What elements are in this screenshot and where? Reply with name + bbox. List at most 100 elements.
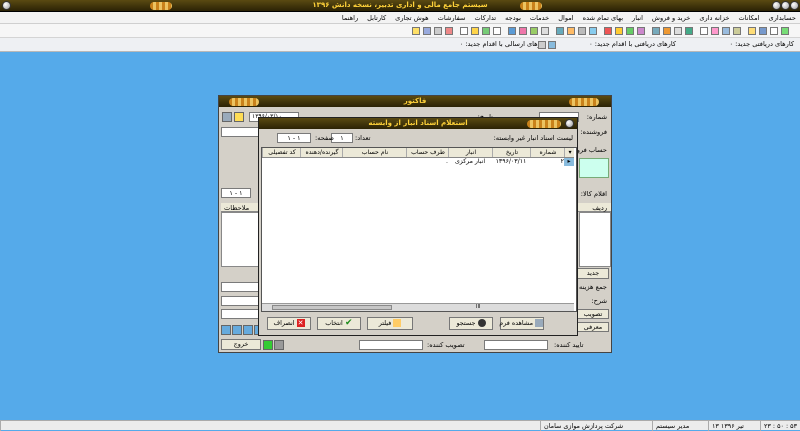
goods-grid-left[interactable]	[221, 212, 259, 267]
menu-services[interactable]: خدمات	[530, 14, 549, 22]
settings-icon[interactable]	[674, 27, 682, 35]
mail-icon[interactable]	[445, 27, 453, 35]
calendar-icon[interactable]	[652, 27, 660, 35]
page-icon[interactable]	[700, 27, 708, 35]
new-button[interactable]: جدید	[577, 268, 609, 279]
account-highlight[interactable]	[579, 158, 609, 178]
close-tab-icon[interactable]	[548, 41, 556, 49]
gift-icon[interactable]	[711, 27, 719, 35]
filter-button[interactable]: فیلتر	[367, 317, 413, 330]
refresh-icon[interactable]	[538, 41, 546, 49]
approver-label: تصویب کننده:	[427, 341, 465, 349]
menu-purchase-sales[interactable]: خرید و فروش	[652, 14, 690, 22]
list-label: لیست اسناد انبار غیر وابسته:	[493, 134, 573, 142]
menu-budget[interactable]: بودجه	[505, 14, 521, 22]
menu-bi[interactable]: هوش تجاری	[395, 14, 428, 22]
printer-icon[interactable]	[423, 27, 431, 35]
col-store[interactable]: انبار	[448, 148, 493, 157]
menu-accounting[interactable]: حسابداری	[769, 14, 796, 22]
archive-icon[interactable]	[733, 27, 741, 35]
home-icon[interactable]	[781, 27, 789, 35]
col-date[interactable]: تاریخ	[492, 148, 531, 157]
confirmer-field[interactable]	[484, 340, 548, 350]
approver-field[interactable]	[359, 340, 423, 350]
box-icon[interactable]	[567, 27, 575, 35]
menu-assets[interactable]: اموال	[558, 14, 573, 22]
menu-help[interactable]: راهنما	[342, 14, 358, 22]
form-icon	[535, 319, 543, 327]
scrollbar-thumb[interactable]	[272, 305, 392, 310]
menu-cartable[interactable]: کارتابل	[367, 14, 386, 22]
cost-field-1[interactable]	[221, 282, 259, 292]
col-number[interactable]: شماره	[530, 148, 565, 157]
cancel-button[interactable]: ✕انصراف	[267, 317, 311, 330]
star-icon[interactable]	[615, 27, 623, 35]
dialog-title: استعلام اسناد انبار از وابسته	[368, 119, 468, 127]
horizontal-scrollbar[interactable]: III	[262, 303, 574, 311]
seller-code-field[interactable]	[221, 127, 259, 137]
stop-icon[interactable]	[604, 27, 612, 35]
menu-treasury[interactable]: خزانه داری	[699, 14, 729, 22]
menu-facilities[interactable]: امکانات	[738, 14, 759, 22]
prev-record-icon[interactable]	[232, 325, 242, 335]
money-icon[interactable]	[663, 27, 671, 35]
print-icon[interactable]	[222, 112, 232, 122]
report-icon[interactable]	[541, 27, 549, 35]
row-selector-icon[interactable]: ▸	[564, 158, 574, 166]
cell-receiver	[300, 158, 342, 166]
minimize-icon[interactable]	[772, 1, 781, 10]
menu-cost[interactable]: بهای تمام شده	[583, 14, 623, 22]
tab-received-new[interactable]: کارهای دریافتی جدید: ۰	[730, 40, 794, 48]
view-form-label: مشاهده فرم	[499, 319, 533, 327]
help-icon[interactable]	[770, 27, 778, 35]
view-form-button[interactable]: مشاهده فرم	[499, 317, 544, 330]
col-party[interactable]: طرف حساب	[406, 148, 449, 157]
list-icon[interactable]	[530, 27, 538, 35]
document-icon[interactable]	[460, 27, 468, 35]
note-icon[interactable]	[493, 27, 501, 35]
documents-grid[interactable]: ▾ شماره تاریخ انبار طرف حساب نام حساب گی…	[261, 147, 577, 312]
approve-button[interactable]: تصویب	[577, 309, 609, 319]
key-icon[interactable]	[412, 27, 420, 35]
table-icon[interactable]	[556, 27, 564, 35]
tab-sent-action[interactable]: کارهای ارسالی با اقدام جدید: ۰	[460, 40, 546, 48]
print-icon[interactable]	[274, 340, 284, 350]
goods-grid-right[interactable]	[579, 212, 611, 267]
lock-icon[interactable]	[748, 27, 756, 35]
cost-field-2[interactable]	[221, 309, 259, 319]
cell-account	[342, 158, 406, 166]
col-receiver[interactable]: گیرنده/دهنده	[300, 148, 343, 157]
export-icon[interactable]	[759, 27, 767, 35]
first-record-icon[interactable]	[221, 325, 231, 335]
monitor-icon[interactable]	[722, 27, 730, 35]
maximize-icon[interactable]	[781, 1, 790, 10]
menu-procurement[interactable]: تدارکات	[474, 14, 496, 22]
col-detail[interactable]: کد تفصیلی	[262, 148, 301, 157]
select-button[interactable]: ✔انتخاب	[317, 317, 361, 330]
close-icon[interactable]	[790, 1, 799, 10]
close-icon[interactable]	[565, 119, 574, 128]
save-icon[interactable]	[263, 340, 273, 350]
folder-icon[interactable]	[471, 27, 479, 35]
user-icon[interactable]	[589, 27, 597, 35]
menu-warehouse[interactable]: انبار	[632, 14, 643, 22]
tools-icon[interactable]	[578, 27, 586, 35]
bank-icon[interactable]	[685, 27, 693, 35]
check-icon[interactable]	[626, 27, 634, 35]
seller-label: فروشنده:	[580, 128, 607, 136]
desc-field[interactable]	[221, 296, 259, 306]
intro-button[interactable]: معرفی	[577, 322, 609, 332]
search-button[interactable]: جستجو	[449, 317, 493, 330]
grid-icon[interactable]	[508, 27, 516, 35]
chart-pie-icon[interactable]	[637, 27, 645, 35]
refresh-icon[interactable]	[482, 27, 490, 35]
col-account[interactable]: نام حساب	[342, 148, 407, 157]
tab-received-action[interactable]: کارهای دریافتی با اقدام جدید: ۰	[589, 40, 676, 48]
calculator-icon[interactable]	[434, 27, 442, 35]
next-record-icon[interactable]	[243, 325, 253, 335]
chart-icon[interactable]	[519, 27, 527, 35]
exit-button[interactable]: خروج	[221, 339, 261, 350]
table-row[interactable]: ▸ ۲ ۱۳۹۶/۰۳/۱۱ انبار مرکزی .	[262, 158, 574, 166]
search-icon[interactable]	[234, 112, 244, 122]
menu-orders[interactable]: سفارشات	[438, 14, 466, 22]
